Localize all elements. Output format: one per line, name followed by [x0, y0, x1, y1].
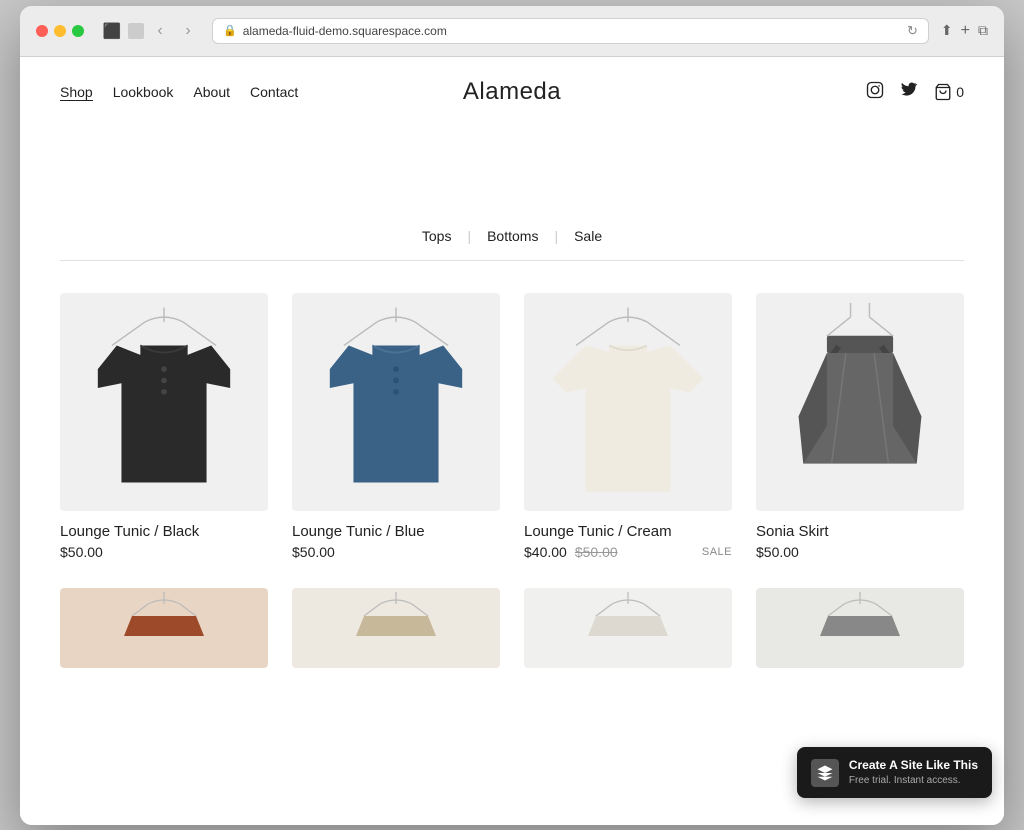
partial-card-4[interactable]	[756, 588, 964, 668]
partial-image-2	[292, 588, 500, 668]
window-controls	[128, 23, 144, 39]
nav-right: 0	[866, 81, 964, 104]
hero-spacer	[20, 128, 1004, 208]
partial-card-1[interactable]	[60, 588, 268, 668]
product-card-blue[interactable]: Lounge Tunic / Blue $50.00	[292, 293, 500, 564]
back-button[interactable]: ⬛	[100, 19, 124, 43]
price-row-cream: $40.00 $50.00 SALE	[524, 544, 732, 560]
filter-tops[interactable]: Tops	[406, 228, 468, 244]
minimize-button[interactable]	[54, 25, 66, 37]
traffic-lights	[36, 25, 84, 37]
reload-icon[interactable]: ↻	[907, 23, 918, 39]
product-name-cream: Lounge Tunic / Cream	[524, 523, 732, 540]
partial-card-3[interactable]	[524, 588, 732, 668]
product-price-skirt: $50.00	[756, 544, 799, 560]
new-tab-icon[interactable]: +	[961, 22, 970, 40]
product-price-original-cream: $50.00	[575, 544, 618, 560]
product-image-blue[interactable]	[292, 293, 500, 511]
nav-forward-arrow[interactable]: ›	[176, 19, 200, 43]
site-title: Alameda	[463, 78, 561, 106]
product-info-cream: Lounge Tunic / Cream $40.00 $50.00 SALE	[524, 511, 732, 564]
nav-links: Shop Lookbook About Contact	[60, 84, 298, 101]
product-grid: Lounge Tunic / Black $50.00	[20, 261, 1004, 588]
product-image-cream[interactable]	[524, 293, 732, 511]
product-image-skirt[interactable]	[756, 293, 964, 511]
page-content: Shop Lookbook About Contact Alameda	[20, 57, 1004, 825]
twitter-icon[interactable]	[900, 81, 918, 104]
badge-text: Create A Site Like This Free trial. Inst…	[849, 757, 978, 788]
instagram-icon[interactable]	[866, 81, 884, 104]
nav-lookbook[interactable]: Lookbook	[113, 84, 174, 100]
badge-title: Create A Site Like This	[849, 757, 978, 774]
product-image-black[interactable]	[60, 293, 268, 511]
nav-contact[interactable]: Contact	[250, 84, 298, 100]
filter-bottoms[interactable]: Bottoms	[471, 228, 554, 244]
browser-nav: ⬛ ‹ ›	[100, 19, 200, 43]
browser-window: ⬛ ‹ › 🔒 alameda-fluid-demo.squarespace.c…	[20, 6, 1004, 825]
cart-button[interactable]: 0	[934, 83, 964, 101]
partial-image-3	[524, 588, 732, 668]
badge-subtitle: Free trial. Instant access.	[849, 774, 978, 788]
product-card-skirt[interactable]: Sonia Skirt $50.00	[756, 293, 964, 564]
product-info-skirt: Sonia Skirt $50.00	[756, 511, 964, 564]
product-price-blue: $50.00	[292, 544, 335, 560]
price-row-skirt: $50.00	[756, 544, 964, 560]
maximize-button[interactable]	[72, 25, 84, 37]
product-grid-partial	[20, 588, 1004, 700]
site-nav: Shop Lookbook About Contact Alameda	[20, 57, 1004, 128]
address-bar[interactable]: 🔒 alameda-fluid-demo.squarespace.com ↻	[212, 18, 929, 44]
product-info-blue: Lounge Tunic / Blue $50.00	[292, 511, 500, 564]
url-text: alameda-fluid-demo.squarespace.com	[243, 24, 447, 38]
tabs-icon[interactable]: ⧉	[978, 22, 988, 39]
share-icon[interactable]: ⬆	[941, 22, 953, 39]
product-price-black: $50.00	[60, 544, 103, 560]
nav-shop[interactable]: Shop	[60, 84, 93, 101]
nav-about[interactable]: About	[193, 84, 230, 100]
squarespace-badge[interactable]: Create A Site Like This Free trial. Inst…	[797, 747, 992, 798]
product-name-black: Lounge Tunic / Black	[60, 523, 268, 540]
product-card-cream[interactable]: Lounge Tunic / Cream $40.00 $50.00 SALE	[524, 293, 732, 564]
product-info-black: Lounge Tunic / Black $50.00	[60, 511, 268, 564]
partial-image-1	[60, 588, 268, 668]
partial-card-2[interactable]	[292, 588, 500, 668]
close-button[interactable]	[36, 25, 48, 37]
nav-back-arrow[interactable]: ‹	[148, 19, 172, 43]
product-name-blue: Lounge Tunic / Blue	[292, 523, 500, 540]
lock-icon: 🔒	[223, 24, 237, 37]
squarespace-logo	[811, 759, 839, 787]
price-row-black: $50.00	[60, 544, 268, 560]
product-card-black[interactable]: Lounge Tunic / Black $50.00	[60, 293, 268, 564]
filter-sale[interactable]: Sale	[558, 228, 618, 244]
partial-image-4	[756, 588, 964, 668]
product-price-cream: $40.00	[524, 544, 567, 560]
sale-badge-cream: SALE	[702, 546, 732, 558]
filter-section: Tops | Bottoms | Sale	[20, 208, 1004, 260]
cart-count: 0	[956, 84, 964, 100]
browser-actions: ⬆ + ⧉	[941, 22, 988, 40]
price-row-blue: $50.00	[292, 544, 500, 560]
browser-chrome: ⬛ ‹ › 🔒 alameda-fluid-demo.squarespace.c…	[20, 6, 1004, 57]
product-name-skirt: Sonia Skirt	[756, 523, 964, 540]
